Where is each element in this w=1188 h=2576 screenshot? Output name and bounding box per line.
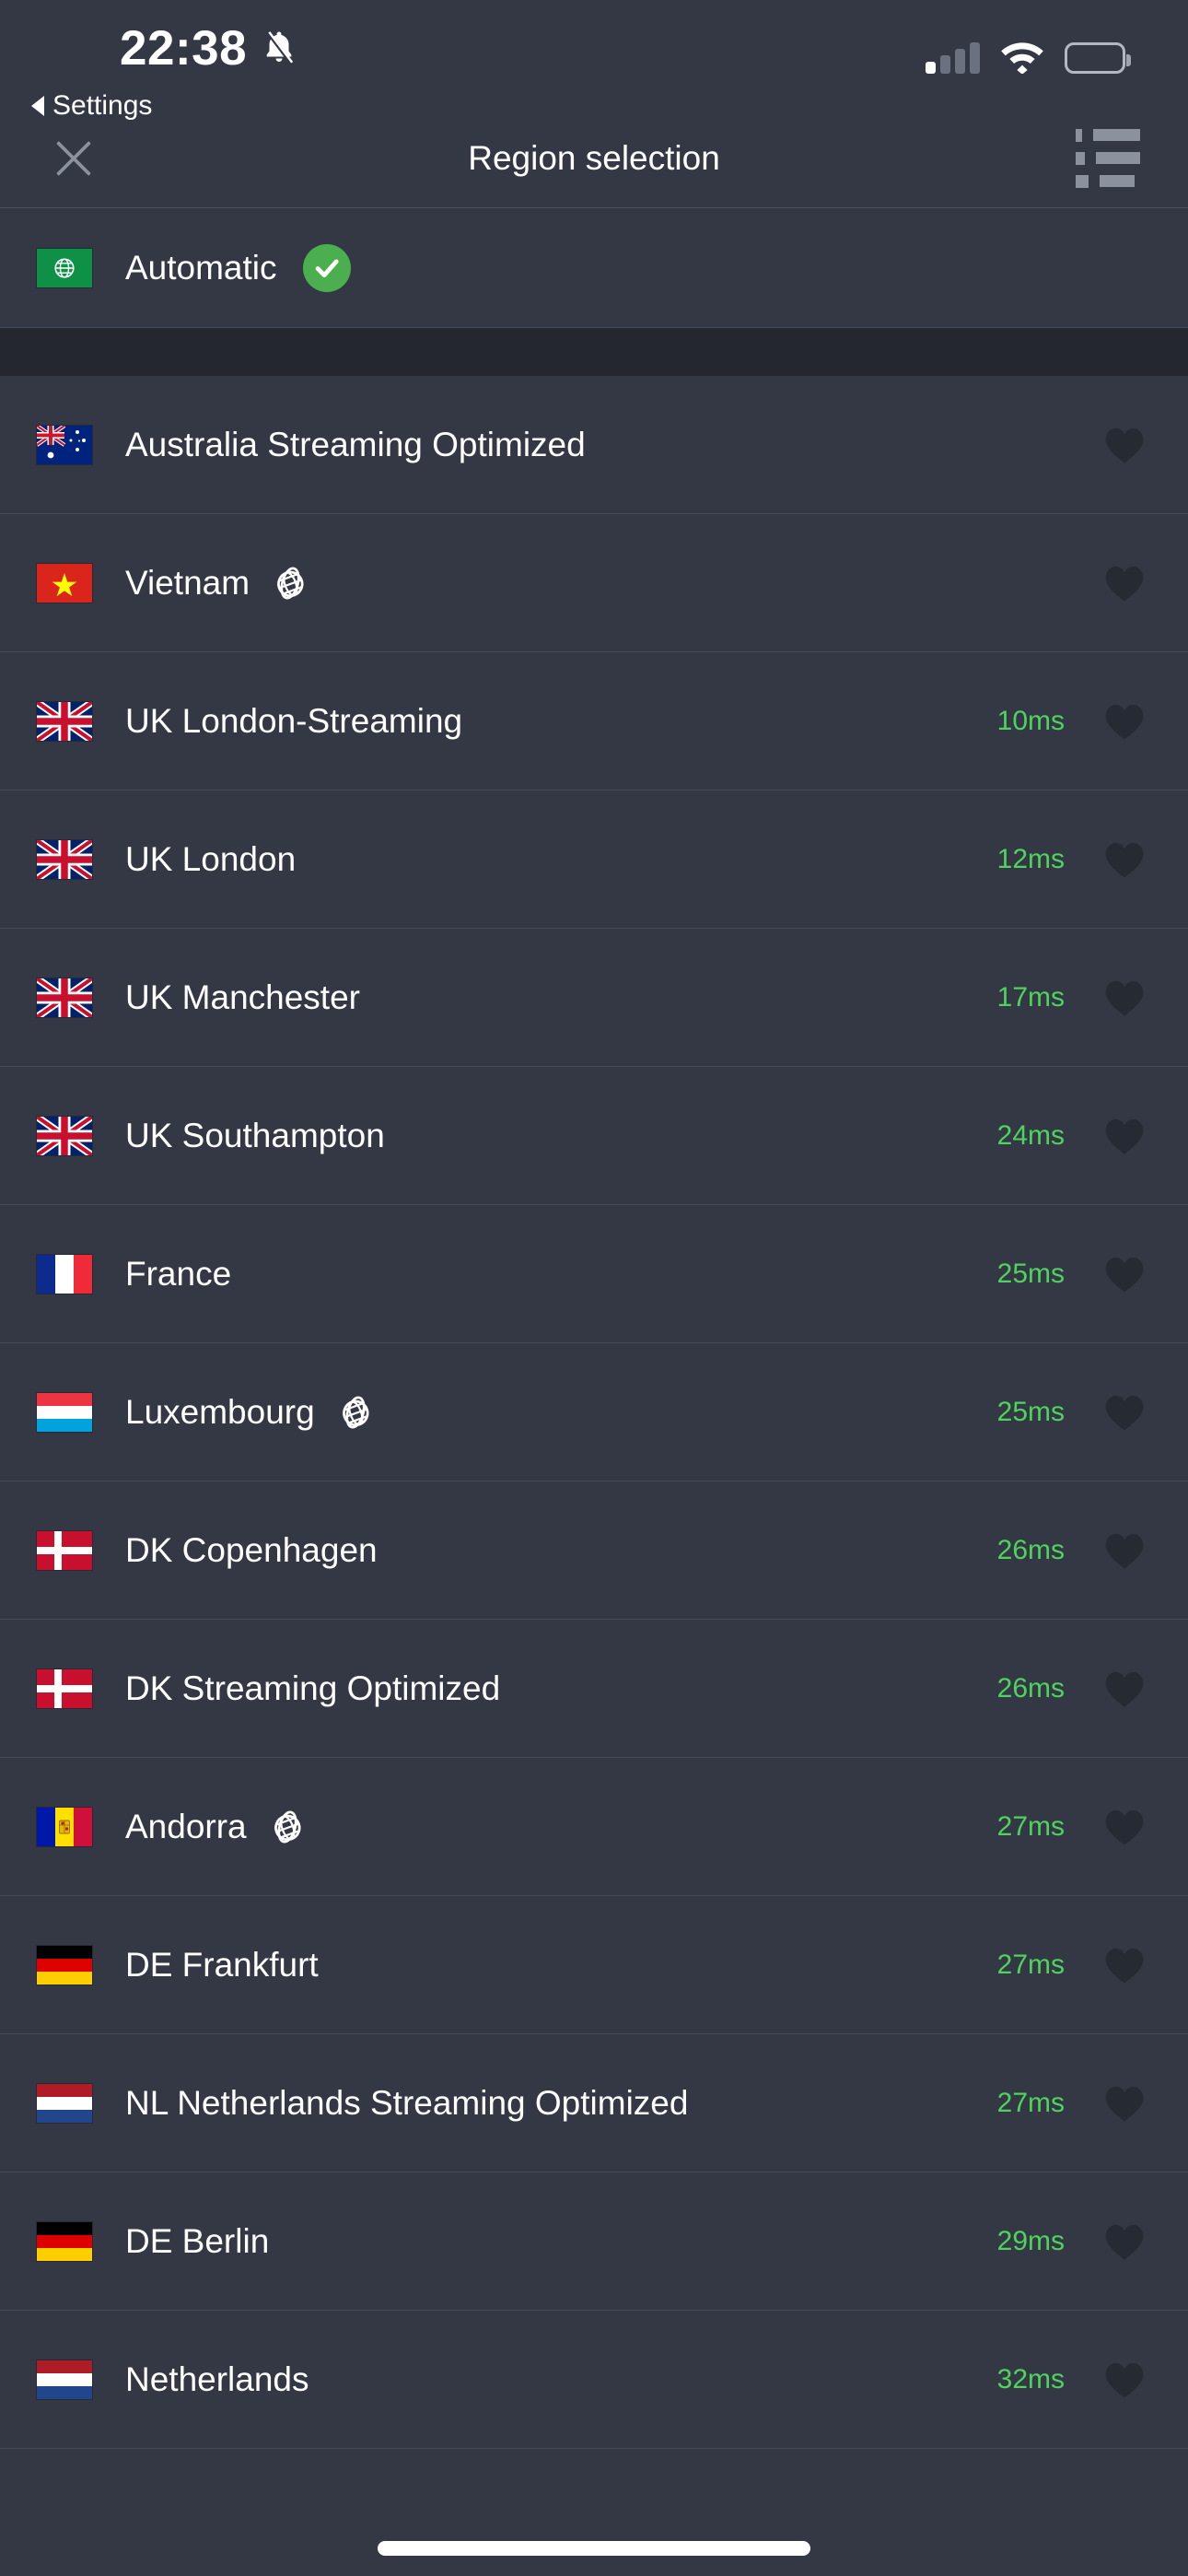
- sort-line-3: [1076, 174, 1140, 188]
- region-row[interactable]: DK Copenhagen 26ms: [0, 1481, 1188, 1620]
- close-icon[interactable]: [48, 133, 99, 184]
- ping-latency: 27ms: [996, 1949, 1065, 1980]
- sort-line-2: [1076, 151, 1140, 165]
- region-name: DE Berlin: [125, 2221, 270, 2260]
- globe-orbit-icon: [267, 1807, 308, 1847]
- favorite-heart-icon[interactable]: [1103, 978, 1146, 1017]
- region-row[interactable]: Vietnam: [0, 514, 1188, 652]
- flag-icon-uk: [37, 978, 92, 1017]
- favorite-heart-icon[interactable]: [1103, 1808, 1146, 1846]
- favorite-heart-icon[interactable]: [1103, 1531, 1146, 1570]
- flag-icon-uk: [37, 1116, 92, 1155]
- ping-latency: 12ms: [996, 843, 1065, 874]
- region-row[interactable]: Netherlands 32ms: [0, 2311, 1188, 2449]
- region-row[interactable]: DE Frankfurt 27ms: [0, 1896, 1188, 2034]
- favorite-heart-icon[interactable]: [1103, 702, 1146, 741]
- favorite-heart-icon[interactable]: [1103, 1393, 1146, 1432]
- ping-latency: 26ms: [996, 1672, 1065, 1704]
- region-name: UK Manchester: [125, 978, 360, 1016]
- region-row[interactable]: Luxembourg 25ms: [0, 1343, 1188, 1481]
- region-name: UK London-Streaming: [125, 701, 463, 740]
- favorite-heart-icon[interactable]: [1103, 2084, 1146, 2123]
- ping-latency: 27ms: [996, 2087, 1065, 2118]
- ping-latency: 25ms: [996, 1258, 1065, 1289]
- ping-latency: 17ms: [996, 981, 1065, 1013]
- region-name: DE Frankfurt: [125, 1945, 319, 1984]
- wifi-icon: [1001, 42, 1043, 74]
- region-row[interactable]: France 25ms: [0, 1205, 1188, 1343]
- flag-icon-au: [37, 425, 92, 464]
- page-title: Region selection: [468, 138, 720, 177]
- region-name: France: [125, 1254, 232, 1293]
- flag-icon-de: [37, 2221, 92, 2261]
- favorite-heart-icon[interactable]: [1103, 2360, 1146, 2399]
- flag-icon-lu: [37, 1392, 92, 1432]
- ping-latency: 24ms: [996, 1119, 1065, 1151]
- favorite-heart-icon[interactable]: [1103, 1946, 1146, 1985]
- region-list: Australia Streaming Optimized Vietnam UK…: [0, 376, 1188, 2449]
- flag-icon-uk: [37, 701, 92, 741]
- favorite-heart-icon[interactable]: [1103, 426, 1146, 464]
- ping-latency: 32ms: [996, 2363, 1065, 2395]
- region-row[interactable]: Australia Streaming Optimized: [0, 376, 1188, 514]
- region-row[interactable]: UK London 12ms: [0, 790, 1188, 929]
- section-separator-band: [0, 328, 1188, 376]
- ping-latency: 10ms: [996, 705, 1065, 736]
- ping-latency: 27ms: [996, 1810, 1065, 1842]
- ping-latency: 25ms: [996, 1396, 1065, 1427]
- region-row[interactable]: UK Manchester 17ms: [0, 929, 1188, 1067]
- battery-icon: [1065, 42, 1131, 74]
- region-row[interactable]: DE Berlin 29ms: [0, 2172, 1188, 2311]
- favorite-heart-icon[interactable]: [1103, 564, 1146, 603]
- flag-icon-fr: [37, 1254, 92, 1294]
- globe-flag-icon: [37, 248, 92, 287]
- favorite-heart-icon[interactable]: [1103, 1117, 1146, 1155]
- region-name: NL Netherlands Streaming Optimized: [125, 2083, 689, 2122]
- status-bar-right: [926, 41, 1131, 74]
- home-indicator: [378, 2541, 810, 2556]
- flag-icon-nl: [37, 2359, 92, 2399]
- favorite-heart-icon[interactable]: [1103, 1255, 1146, 1294]
- sort-list-icon[interactable]: [1076, 128, 1140, 188]
- region-name: Netherlands: [125, 2359, 309, 2398]
- region-name: Vietnam: [125, 563, 250, 602]
- bell-mute-icon: [266, 31, 294, 64]
- favorite-heart-icon[interactable]: [1103, 1669, 1146, 1708]
- region-row[interactable]: DK Streaming Optimized 26ms: [0, 1620, 1188, 1758]
- region-row[interactable]: NL Netherlands Streaming Optimized 27ms: [0, 2034, 1188, 2172]
- flag-icon-dk: [37, 1530, 92, 1570]
- flag-icon-de: [37, 1945, 92, 1985]
- region-name-automatic: Automatic: [125, 248, 277, 287]
- flag-icon-vn: [37, 563, 92, 603]
- region-name: UK London: [125, 839, 297, 878]
- region-row[interactable]: UK London-Streaming 10ms: [0, 652, 1188, 790]
- sort-line-1: [1076, 128, 1140, 142]
- check-circle-icon: [302, 243, 351, 292]
- cellular-signal-icon: [926, 42, 980, 74]
- region-row[interactable]: UK Southampton 24ms: [0, 1067, 1188, 1205]
- globe-orbit-icon: [335, 1392, 376, 1433]
- region-name: UK Southampton: [125, 1116, 385, 1154]
- flag-icon-uk: [37, 839, 92, 879]
- status-bar-left: 22:38: [120, 20, 298, 76]
- flag-icon-ad: [37, 1807, 92, 1846]
- status-bar: 22:38: [0, 0, 1188, 109]
- flag-icon-nl: [37, 2083, 92, 2123]
- region-name: DK Copenhagen: [125, 1530, 378, 1569]
- region-name: DK Streaming Optimized: [125, 1669, 501, 1707]
- region-name: Andorra: [125, 1807, 247, 1845]
- region-name: Luxembourg: [125, 1392, 315, 1431]
- flag-icon-dk: [37, 1669, 92, 1708]
- status-bar-clock: 22:38: [120, 20, 248, 76]
- region-name: Australia Streaming Optimized: [125, 425, 586, 463]
- favorite-heart-icon[interactable]: [1103, 840, 1146, 879]
- favorite-heart-icon[interactable]: [1103, 2222, 1146, 2261]
- ping-latency: 26ms: [996, 1534, 1065, 1565]
- ping-latency: 29ms: [996, 2225, 1065, 2256]
- navigation-header: Region selection: [0, 109, 1188, 208]
- region-row-automatic[interactable]: Automatic: [0, 208, 1188, 328]
- region-row[interactable]: Andorra 27ms: [0, 1758, 1188, 1896]
- globe-orbit-icon: [270, 563, 310, 603]
